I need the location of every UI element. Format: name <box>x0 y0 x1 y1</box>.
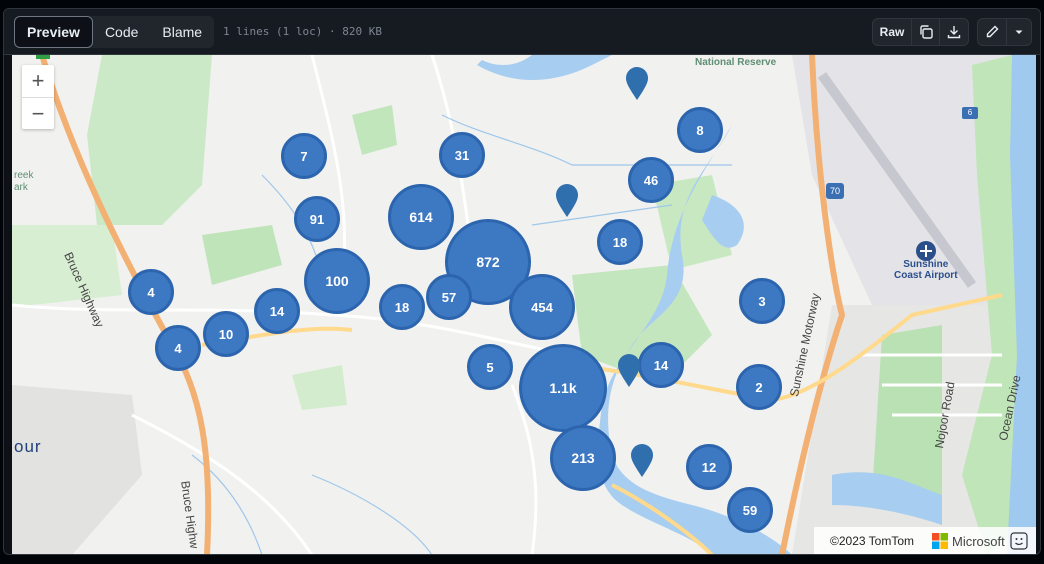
map-pin-icon[interactable] <box>555 183 579 217</box>
cluster-marker[interactable]: 7 <box>281 133 327 179</box>
cluster-marker[interactable]: 8 <box>677 107 723 153</box>
cluster-marker[interactable]: 4 <box>155 325 201 371</box>
microsoft-logo-icon <box>932 533 948 549</box>
cluster-marker[interactable]: 2 <box>736 364 782 410</box>
zoom-in-button[interactable]: + <box>22 65 54 97</box>
raw-button[interactable]: Raw <box>872 18 912 46</box>
cluster-marker[interactable]: 12 <box>686 444 732 490</box>
cluster-marker[interactable]: 18 <box>379 284 425 330</box>
label-creek: reek <box>14 170 34 181</box>
cluster-marker[interactable]: 5 <box>467 344 513 390</box>
cluster-marker[interactable]: 3 <box>739 278 785 324</box>
cluster-marker[interactable]: 31 <box>439 132 485 178</box>
edit-menu-button[interactable] <box>1006 18 1032 46</box>
cluster-marker[interactable]: 57 <box>426 274 472 320</box>
map-pin-icon[interactable] <box>625 66 649 100</box>
tab-preview[interactable]: Preview <box>14 16 93 48</box>
cluster-marker[interactable]: 100 <box>304 248 370 314</box>
label-park: ark <box>14 182 28 193</box>
tab-code[interactable]: Code <box>93 16 150 48</box>
file-viewer: Preview Code Blame 1 lines (1 loc) · 820… <box>3 8 1041 555</box>
zoom-control: + − <box>22 65 54 129</box>
map-pin-icon[interactable] <box>617 353 641 387</box>
label-airport: Sunshine Coast Airport <box>894 259 958 281</box>
cluster-marker[interactable]: 46 <box>628 157 674 203</box>
cluster-marker[interactable]: 454 <box>509 274 575 340</box>
cluster-marker[interactable]: 14 <box>638 342 684 388</box>
map-pin-icon[interactable] <box>630 443 654 477</box>
map-attribution: ©2023 TomTom Microsoft <box>814 527 1036 554</box>
cluster-marker[interactable]: 614 <box>388 184 454 250</box>
cluster-marker[interactable]: 1.1k <box>519 344 607 432</box>
map-accent <box>36 55 50 59</box>
cluster-marker[interactable]: 10 <box>203 311 249 357</box>
microsoft-label: Microsoft <box>952 533 1005 549</box>
download-icon <box>947 26 961 39</box>
map-view[interactable]: National Reserve Sunshine Coast Airport … <box>12 55 1036 554</box>
pencil-icon <box>986 25 999 38</box>
edit-button[interactable] <box>977 18 1007 46</box>
file-meta: 1 lines (1 loc) · 820 KB <box>223 25 382 38</box>
cluster-marker[interactable]: 18 <box>597 219 643 265</box>
cluster-marker[interactable]: 4 <box>128 269 174 315</box>
cluster-marker[interactable]: 213 <box>550 425 616 491</box>
feedback-smiley-icon[interactable] <box>1010 532 1028 550</box>
label-town: our <box>14 437 42 456</box>
cluster-marker[interactable]: 59 <box>727 487 773 533</box>
shield-70-icon: 70 <box>826 183 844 199</box>
view-mode-tabs: Preview Code Blame <box>14 16 215 48</box>
cluster-marker[interactable]: 14 <box>254 288 300 334</box>
copyright-text: ©2023 TomTom <box>830 534 914 548</box>
zoom-out-button[interactable]: − <box>22 97 54 129</box>
shield-6-icon: 6 <box>962 107 978 119</box>
copy-icon <box>919 25 933 39</box>
chevron-down-icon <box>1015 30 1023 34</box>
download-button[interactable] <box>939 18 969 46</box>
file-toolbar: Preview Code Blame 1 lines (1 loc) · 820… <box>4 9 1040 55</box>
label-national-reserve: National Reserve <box>695 57 777 68</box>
cluster-marker[interactable]: 91 <box>294 196 340 242</box>
copy-button[interactable] <box>911 18 940 46</box>
tab-blame[interactable]: Blame <box>150 16 214 48</box>
